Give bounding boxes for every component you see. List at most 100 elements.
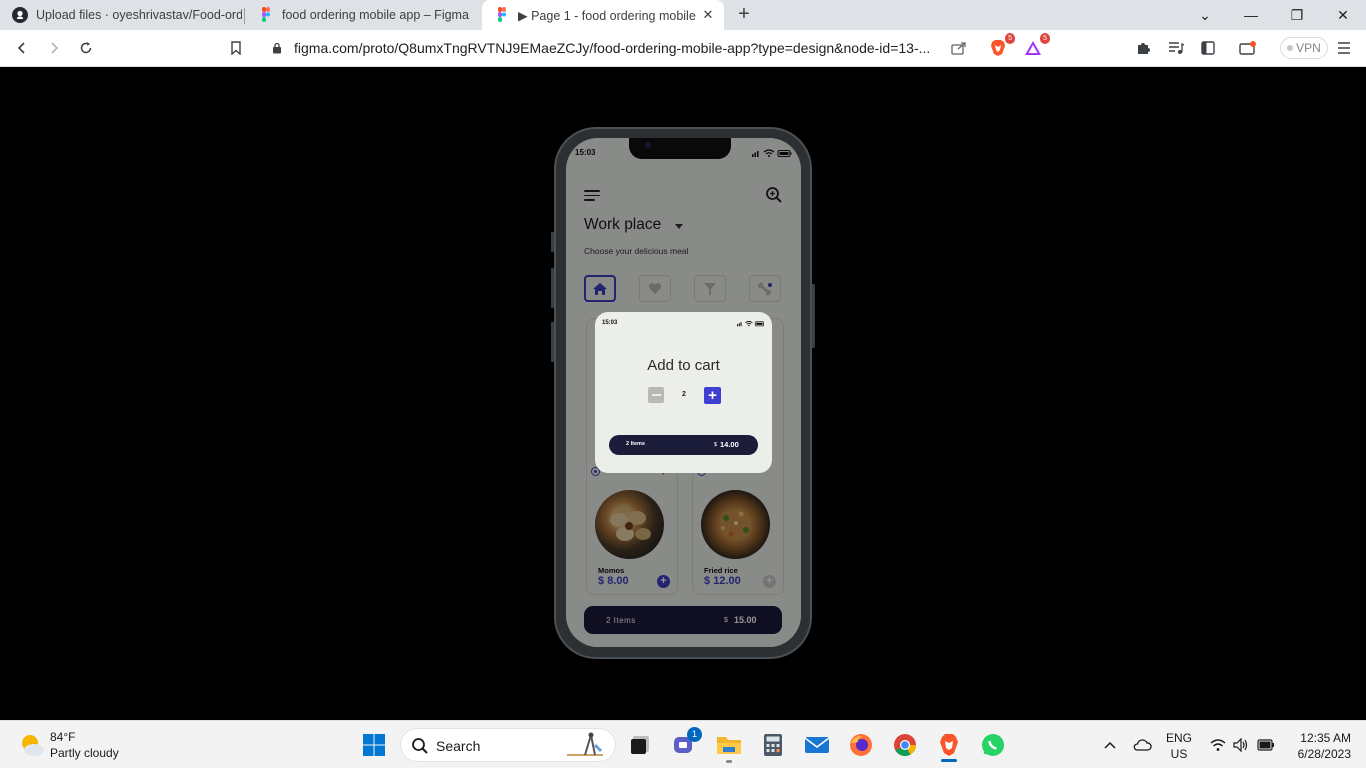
keyboard-region: US (1170, 747, 1188, 761)
calculator-icon (764, 734, 782, 756)
battery-button[interactable] (1250, 729, 1282, 761)
brave-shields-button[interactable]: 5 (986, 33, 1015, 60)
phone-power-button (812, 284, 815, 348)
modal-total: 14.00 (720, 440, 739, 449)
battery-charging-icon (1257, 739, 1274, 751)
teams-chat-button[interactable]: 1 (668, 727, 702, 761)
browser-toolbar: figma.com/proto/Q8umxTngRVTNJ9EMaeZCJy/f… (0, 30, 1366, 67)
tab-title: food ordering mobile app – Figma (282, 8, 469, 22)
mail-button[interactable] (801, 729, 833, 761)
wifi-icon (745, 320, 753, 327)
speaker-icon (1233, 738, 1248, 752)
forward-button[interactable] (42, 36, 66, 60)
close-window-button[interactable]: ✕ (1320, 0, 1366, 30)
search-label: Search (436, 738, 481, 754)
shield-count-badge: 5 (1005, 33, 1015, 44)
weather-widget[interactable]: 84°F Partly cloudy (18, 729, 128, 761)
back-icon (17, 42, 25, 54)
tab-github-upload[interactable]: Upload files · oyeshrivastav/Food-orderi… (0, 0, 242, 30)
battery-icon (754, 321, 764, 327)
decrease-quantity-button[interactable] (648, 387, 664, 403)
modal-status-time: 15:03 (602, 320, 618, 326)
sidebar-icon (1201, 41, 1215, 55)
lock-icon (273, 42, 281, 54)
input-language[interactable]: ENG US (1166, 731, 1192, 761)
file-explorer-button[interactable] (713, 729, 745, 761)
close-icon[interactable]: ✕ (700, 7, 716, 23)
url-text: figma.com/proto/Q8umxTngRVTNJ9EMaeZCJy/f… (294, 40, 931, 56)
chevron-up-icon (1104, 741, 1116, 749)
minimize-button[interactable]: — (1228, 0, 1274, 30)
tab-divider (244, 8, 245, 24)
modal-checkout-bar[interactable]: 2 Items $ 14.00 (609, 435, 758, 455)
show-hidden-icons-button[interactable] (1094, 729, 1126, 761)
share-icon (951, 42, 966, 55)
weather-description: Partly cloudy (50, 746, 119, 760)
clock[interactable]: 12:35 AM 6/28/2023 (1285, 731, 1351, 761)
sidebar-button[interactable] (1196, 36, 1220, 60)
whatsapp-button[interactable] (977, 729, 1009, 761)
folder-icon (717, 737, 741, 754)
wifi-icon (1210, 739, 1226, 751)
task-view-icon (631, 736, 649, 754)
increase-quantity-button[interactable]: + (704, 387, 721, 404)
extensions-button[interactable] (1132, 36, 1156, 60)
cloud-icon (1133, 739, 1152, 751)
reload-icon (80, 42, 92, 54)
calculator-button[interactable] (757, 729, 789, 761)
brave-rewards-button[interactable]: 5 (1021, 33, 1050, 60)
bookmark-icon (231, 41, 241, 55)
vpn-button[interactable]: VPN (1280, 37, 1328, 59)
tab-title: ▶ Page 1 - food ordering mobile app (518, 8, 696, 23)
address-bar[interactable]: figma.com/proto/Q8umxTngRVTNJ9EMaeZCJy/f… (262, 35, 974, 61)
clock-date: 6/28/2023 (1297, 747, 1351, 761)
modal-title: Add to cart (647, 357, 720, 374)
currency-symbol: $ (714, 442, 718, 448)
search-icon (412, 738, 428, 754)
modal-status-icons (737, 320, 764, 327)
media-button[interactable] (1164, 36, 1188, 60)
onedrive-button[interactable] (1126, 729, 1158, 761)
brave-lion-icon (940, 734, 958, 756)
playlist-icon (1169, 42, 1184, 54)
tab-search-button[interactable]: ⌄ (1182, 0, 1228, 30)
figma-icon (262, 7, 270, 22)
rewards-count-badge: 5 (1040, 33, 1050, 44)
wallet-icon (1239, 41, 1256, 55)
plus-icon: + (708, 387, 717, 404)
mail-icon (804, 737, 830, 753)
weather-temperature: 84°F (50, 730, 76, 744)
partly-cloudy-icon (22, 735, 44, 756)
tab-figma-file[interactable]: food ordering mobile app – Figma (246, 0, 478, 30)
tab-strip: Upload files · oyeshrivastav/Food-orderi… (0, 0, 1366, 30)
brave-button[interactable] (933, 729, 965, 761)
taskbar-search[interactable]: Search (400, 728, 616, 762)
language-code: ENG (1166, 731, 1193, 745)
brave-lion-icon (991, 40, 1005, 56)
browser-menu-button[interactable] (1332, 36, 1356, 60)
vpn-label: VPN (1296, 41, 1321, 55)
puzzle-icon (1138, 43, 1150, 54)
tab-title: Upload files · oyeshrivastav/Food-orderi… (36, 8, 242, 22)
reload-button[interactable] (74, 36, 98, 60)
chrome-button[interactable] (889, 729, 921, 761)
tab-figma-prototype[interactable]: ▶ Page 1 - food ordering mobile app ✕ (482, 0, 724, 30)
minus-icon (651, 394, 661, 396)
new-tab-button[interactable]: + (734, 4, 754, 25)
clock-time: 12:35 AM (1300, 731, 1351, 745)
cellular-signal-icon (737, 322, 742, 327)
search-highlight-icon (567, 732, 603, 756)
figma-icon (498, 7, 506, 22)
share-button[interactable] (947, 36, 971, 60)
wallet-button[interactable] (1236, 36, 1260, 60)
back-button[interactable] (10, 36, 34, 60)
firefox-button[interactable] (845, 729, 877, 761)
task-view-button[interactable] (624, 729, 656, 761)
start-button[interactable] (358, 729, 390, 761)
windows-taskbar: 84°F Partly cloudy Search 1 ENG US 12:35… (0, 720, 1366, 768)
whatsapp-icon (982, 734, 1004, 756)
bookmark-button[interactable] (224, 36, 248, 60)
windows-logo-icon (363, 734, 385, 756)
restore-button[interactable]: ❐ (1274, 0, 1320, 30)
firefox-icon (850, 734, 872, 756)
